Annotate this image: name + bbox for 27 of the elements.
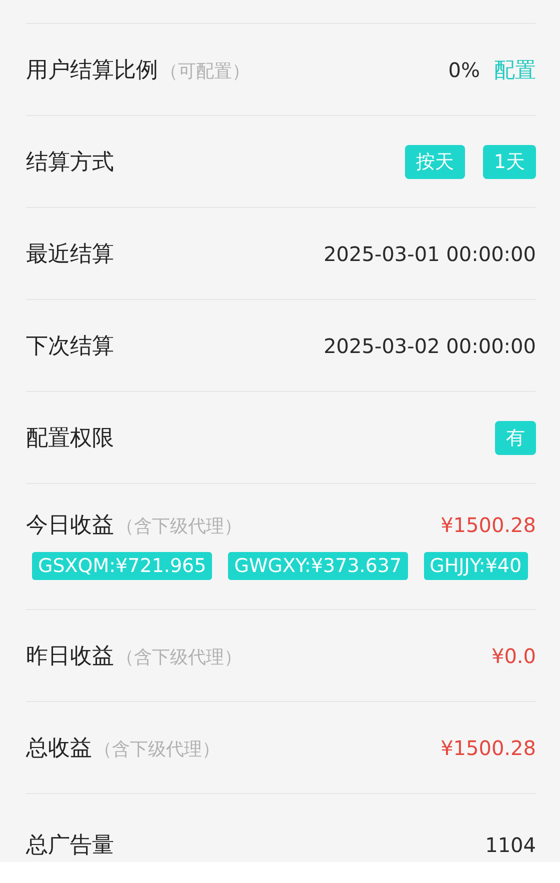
amount-value: ¥1500.28 (440, 513, 536, 537)
agent-earnings-tag: GSXQM:¥721.965 (32, 552, 212, 580)
row-note: （含下级代理） (94, 738, 220, 760)
option-tag[interactable]: 1天 (482, 144, 536, 178)
row-label: 用户结算比例 (26, 56, 158, 84)
row-label: 最近结算 (26, 240, 114, 268)
row-note: （含下级代理） (116, 646, 242, 668)
option-tag[interactable]: 有 (495, 420, 536, 454)
configure-link[interactable]: 配置 (494, 56, 536, 84)
row-label: 结算方式 (26, 148, 114, 176)
row-note: （含下级代理） (116, 515, 242, 538)
agent-earnings-tag: GHJJY:¥40 (424, 552, 528, 580)
row-label: 配置权限 (26, 424, 114, 452)
amount-value: ¥0.0 (491, 644, 536, 668)
row-value: 0% (448, 58, 480, 82)
option-tag[interactable]: 按天 (404, 144, 465, 178)
agent-earnings-tag: GWGXY:¥373.637 (228, 552, 408, 580)
row-note: （可配置） (160, 60, 250, 82)
row-label: 下次结算 (26, 332, 114, 360)
amount-value: ¥1500.28 (440, 736, 536, 760)
row-label: 今日收益 (26, 512, 114, 540)
row-label: 昨日收益 (26, 642, 114, 670)
row-label: 总广告量 (26, 832, 114, 860)
row-value: 1104 (485, 833, 536, 857)
row-value: 2025-03-02 00:00:00 (324, 334, 536, 358)
row-value: 2025-03-01 00:00:00 (324, 242, 536, 266)
row-label: 总收益 (26, 734, 92, 762)
